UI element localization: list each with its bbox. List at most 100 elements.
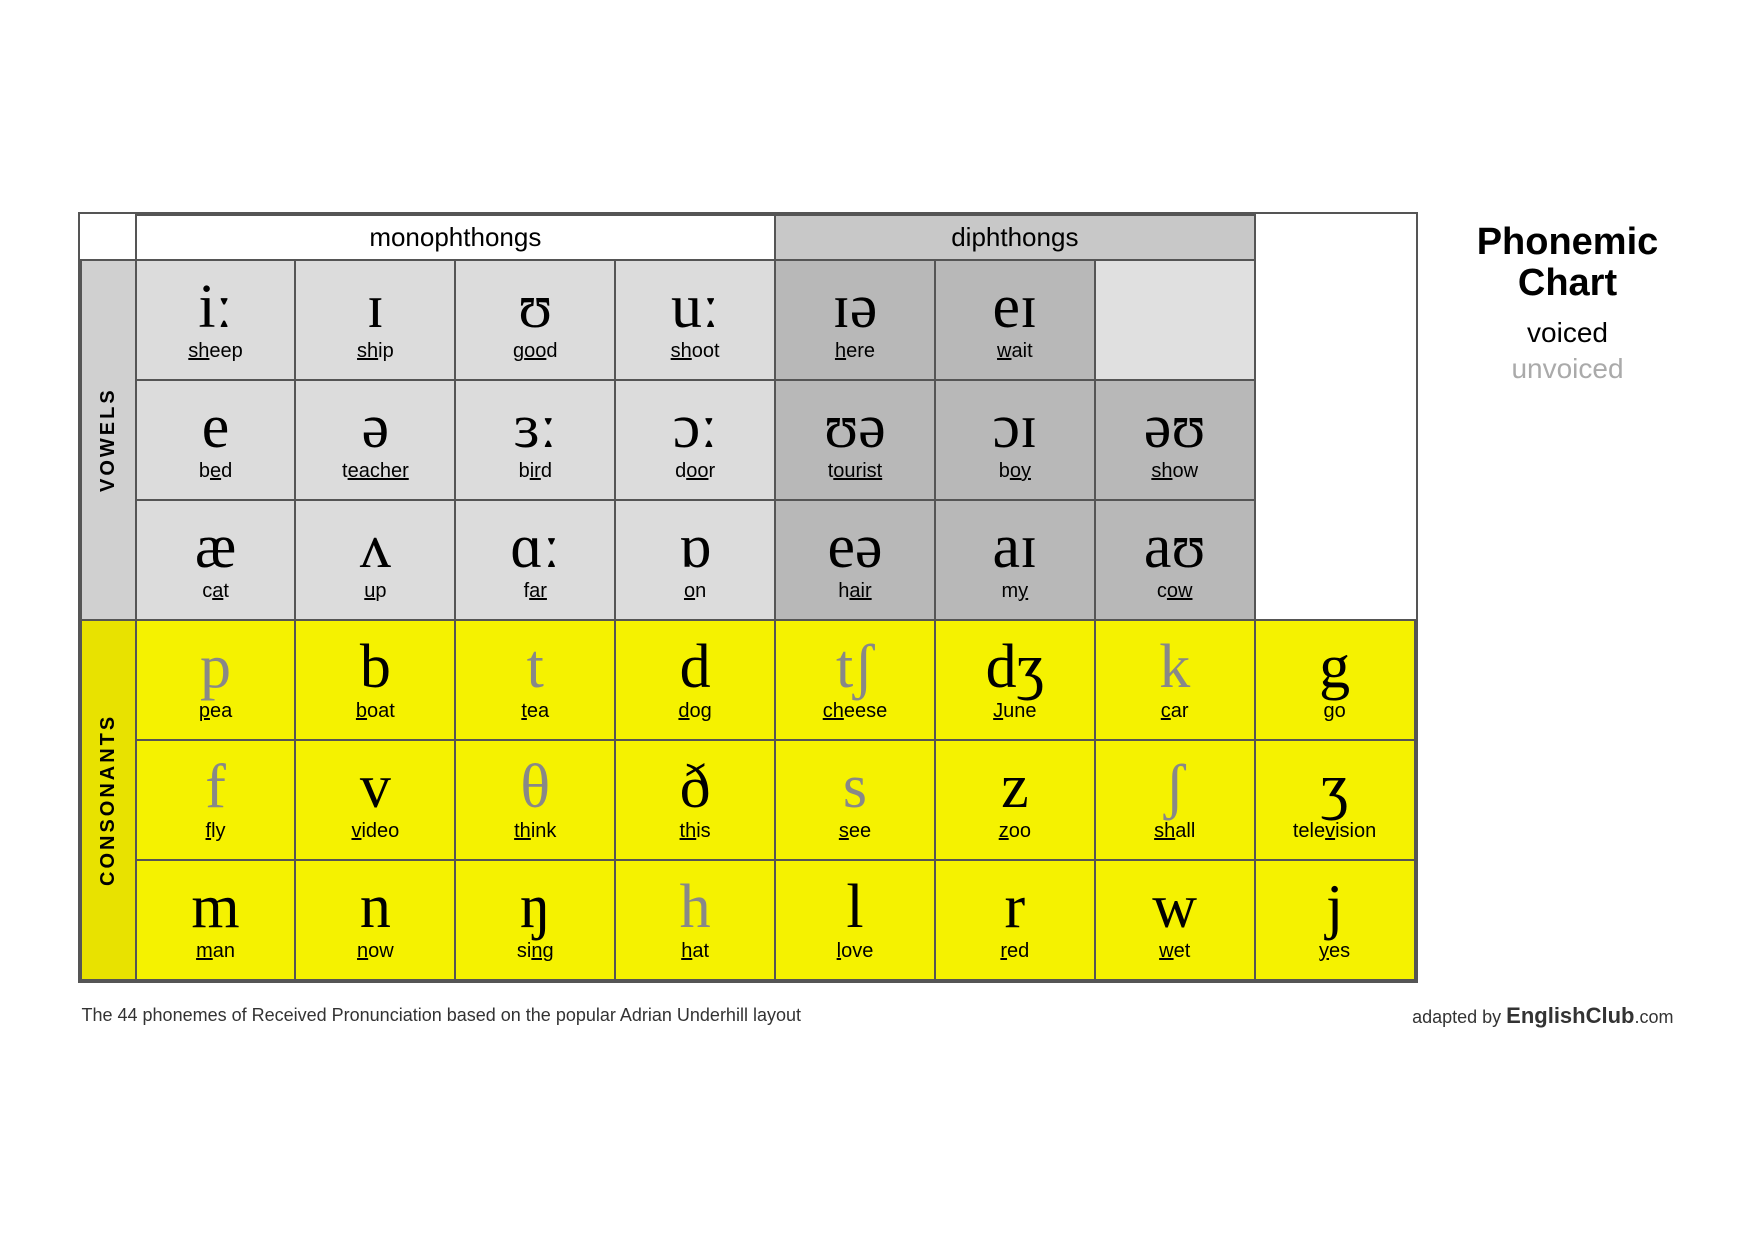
vowel-cell-iː: iː sheep	[136, 260, 296, 380]
consonant-cell-θ: θ think	[455, 740, 615, 860]
consonant-cell-d: d dog	[615, 620, 775, 740]
symbol-θ: θ	[460, 756, 610, 818]
word-my: my	[940, 580, 1090, 603]
vowel-cell-eɪ: eɪ wait	[935, 260, 1095, 380]
top-section: monophthongs diphthongs VOWELS iː sheep	[78, 212, 1678, 983]
symbol-ʌ: ʌ	[300, 516, 450, 578]
consonant-cell-ð: ð this	[615, 740, 775, 860]
symbol-ʊ: ʊ	[460, 276, 610, 338]
symbol-ɜː: ɜː	[460, 396, 610, 458]
consonant-cell-w: w wet	[1095, 860, 1255, 980]
word-show: show	[1100, 460, 1250, 483]
voiced-label: voiced	[1458, 317, 1678, 349]
chart-container: monophthongs diphthongs VOWELS iː sheep	[78, 212, 1418, 983]
consonant-row-2: f fly v video θ think	[81, 740, 1415, 860]
symbol-h: h	[620, 876, 770, 938]
symbol-r: r	[940, 876, 1090, 938]
symbol-j: j	[1260, 876, 1410, 938]
consonant-cell-v: v video	[295, 740, 455, 860]
word-hair: hair	[780, 580, 930, 603]
monophthongs-header: monophthongs	[136, 215, 775, 260]
footer: The 44 phonemes of Received Pronunciatio…	[78, 1003, 1678, 1029]
word-boat: boat	[300, 700, 450, 723]
symbol-z: z	[940, 756, 1090, 818]
symbol-ɪ: ɪ	[300, 276, 450, 338]
phonemic-table: monophthongs diphthongs VOWELS iː sheep	[80, 214, 1416, 981]
word-television: television	[1260, 820, 1410, 843]
consonant-cell-k: k car	[1095, 620, 1255, 740]
word-boy: boy	[940, 460, 1090, 483]
symbol-n: n	[300, 876, 450, 938]
vowel-cell-əʊ: əʊ show	[1095, 380, 1255, 500]
word-car: car	[1100, 700, 1250, 723]
symbol-eə: eə	[780, 516, 930, 578]
symbol-k: k	[1100, 636, 1250, 698]
vowel-cell-ɪə: ɪə here	[775, 260, 935, 380]
vowel-cell-ɑː: ɑː far	[455, 500, 615, 620]
consonant-cell-z: z zoo	[935, 740, 1095, 860]
vowel-cell-ɔɪ: ɔɪ boy	[935, 380, 1095, 500]
symbol-ɒ: ɒ	[620, 516, 770, 578]
consonant-cell-s: s see	[775, 740, 935, 860]
symbol-aɪ: aɪ	[940, 516, 1090, 578]
symbol-t: t	[460, 636, 610, 698]
corner-cell	[81, 215, 136, 260]
word-sheep: sheep	[141, 340, 291, 363]
chart-title: PhonemicChart	[1458, 222, 1678, 306]
word-see: see	[780, 820, 930, 843]
word-hat: hat	[620, 940, 770, 963]
word-man: man	[141, 940, 291, 963]
word-here: here	[780, 340, 930, 363]
consonant-row-1: CONSONANTS p pea b boat t	[81, 620, 1415, 740]
symbol-ŋ: ŋ	[460, 876, 610, 938]
word-yes: yes	[1260, 940, 1410, 963]
vowel-cell-aʊ: aʊ cow	[1095, 500, 1255, 620]
word-tourist: tourist	[780, 460, 930, 483]
symbol-l: l	[780, 876, 930, 938]
vowel-cell-ʊə: ʊə tourist	[775, 380, 935, 500]
footer-description: The 44 phonemes of Received Pronunciatio…	[82, 1005, 801, 1026]
word-tea: tea	[460, 700, 610, 723]
word-shoot: shoot	[620, 340, 770, 363]
word-cat: cat	[141, 580, 291, 603]
consonant-cell-m: m man	[136, 860, 296, 980]
vowel-cell-ə: ə teacher	[295, 380, 455, 500]
word-on: on	[620, 580, 770, 603]
word-bed: bed	[141, 460, 291, 483]
footer-credit: adapted by EnglishClub.com	[1412, 1003, 1673, 1029]
consonant-cell-f: f fly	[136, 740, 296, 860]
symbol-s: s	[780, 756, 930, 818]
symbol-g: g	[1260, 636, 1410, 698]
vowel-cell-ɔː: ɔː door	[615, 380, 775, 500]
word-this: this	[620, 820, 770, 843]
vowel-cell-e: e bed	[136, 380, 296, 500]
symbol-v: v	[300, 756, 450, 818]
vowel-cell-uː: uː shoot	[615, 260, 775, 380]
word-good: good	[460, 340, 610, 363]
word-video: video	[300, 820, 450, 843]
symbol-e: e	[141, 396, 291, 458]
consonant-cell-g: g go	[1255, 620, 1415, 740]
legend-box: PhonemicChart voiced unvoiced	[1458, 212, 1678, 386]
symbol-ɔɪ: ɔɪ	[940, 396, 1090, 458]
symbol-əʊ: əʊ	[1100, 396, 1250, 458]
vowel-cell-ʊ: ʊ good	[455, 260, 615, 380]
consonant-cell-tʃ: tʃ cheese	[775, 620, 935, 740]
word-fly: fly	[141, 820, 291, 843]
consonant-cell-j: j yes	[1255, 860, 1415, 980]
vowel-cell-æ: æ cat	[136, 500, 296, 620]
vowel-row-2: e bed ə teacher ɜː bird	[81, 380, 1415, 500]
word-door: door	[620, 460, 770, 483]
consonant-cell-n: n now	[295, 860, 455, 980]
vowel-cell-eə: eə hair	[775, 500, 935, 620]
englishclub-brand: EnglishClub	[1506, 1003, 1634, 1028]
word-wet: wet	[1100, 940, 1250, 963]
consonant-cell-b: b boat	[295, 620, 455, 740]
symbol-dʒ: dʒ	[940, 636, 1090, 698]
consonant-cell-ʒ: ʒ television	[1255, 740, 1415, 860]
consonants-label: CONSONANTS	[81, 620, 136, 980]
symbol-f: f	[141, 756, 291, 818]
symbol-ɑː: ɑː	[460, 516, 610, 578]
consonant-cell-l: l love	[775, 860, 935, 980]
symbol-ʃ: ʃ	[1100, 756, 1250, 818]
